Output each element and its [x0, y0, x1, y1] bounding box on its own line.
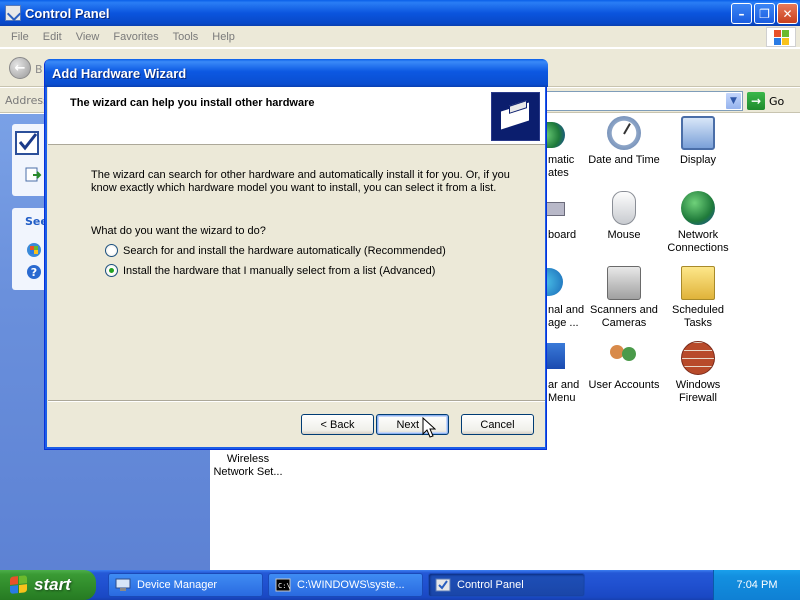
menu-help[interactable]: Help	[205, 31, 242, 43]
scanner-camera-icon	[607, 266, 641, 300]
clock[interactable]: 7:04 PM	[737, 579, 778, 591]
device-manager-icon	[115, 578, 131, 591]
cancel-button[interactable]: Cancel	[461, 414, 534, 435]
clock-icon	[607, 116, 641, 150]
keyboard-icon[interactable]	[545, 202, 565, 216]
control-panel-icon	[435, 578, 451, 592]
menu-file[interactable]: File	[4, 31, 36, 43]
item-label: Scanners and Cameras	[590, 304, 658, 329]
windows-logo-icon	[766, 27, 796, 47]
control-panel-icon	[5, 5, 21, 21]
item-label: Scheduled Tasks	[672, 304, 724, 329]
svg-text:C:\: C:\	[278, 582, 291, 590]
address-input[interactable]	[540, 91, 743, 111]
go-label: Go	[769, 94, 785, 108]
automatic-updates-label[interactable]: matic ates	[548, 154, 574, 180]
keyboard-label[interactable]: board	[548, 229, 576, 242]
task-label: Device Manager	[137, 579, 218, 591]
menu-tools[interactable]: Tools	[166, 31, 206, 43]
item-scanners-and-cameras[interactable]: Scanners and Cameras	[585, 266, 663, 330]
help-icon[interactable]: ?	[26, 264, 42, 280]
address-dropdown-icon[interactable]: ▼	[725, 92, 742, 110]
item-date-and-time[interactable]: Date and Time	[585, 116, 663, 167]
mouse-icon	[612, 191, 636, 225]
close-button[interactable]: ✕	[777, 3, 798, 24]
radio-button-selected[interactable]	[105, 264, 118, 277]
windows-flag-icon	[10, 575, 28, 595]
regional-language-label[interactable]: nal and age ...	[548, 304, 584, 330]
menu-view[interactable]: View	[69, 31, 107, 43]
minimize-button[interactable]: –	[731, 3, 752, 24]
start-button[interactable]: start	[0, 570, 96, 600]
option-label: Install the hardware that I manually sel…	[123, 264, 436, 277]
taskbar-start-menu-icon[interactable]	[545, 343, 565, 369]
menu-bar: File Edit View Favorites Tools Help	[0, 26, 800, 48]
svg-text:?: ?	[31, 266, 37, 279]
go-arrow-icon: →	[747, 92, 765, 110]
item-display[interactable]: Display	[659, 116, 737, 167]
task-command-prompt[interactable]: C:\ C:\WINDOWS\syste...	[268, 573, 423, 597]
item-label: Mouse	[607, 229, 641, 241]
dialog-title: Add Hardware Wizard	[52, 65, 187, 81]
address-label: Address	[5, 94, 49, 107]
command-prompt-icon: C:\	[275, 578, 291, 592]
menu-edit[interactable]: Edit	[36, 31, 69, 43]
taskbar-start-menu-label[interactable]: ar and Menu	[548, 379, 579, 405]
system-tray: 7:04 PM	[713, 570, 800, 600]
option-label: Search for and install the hardware auto…	[123, 244, 446, 257]
back-arrow-icon[interactable]: ←	[9, 57, 31, 79]
item-label: User Accounts	[588, 379, 660, 391]
dialog-titlebar[interactable]: Add Hardware Wizard	[45, 59, 548, 87]
network-globe-icon	[681, 191, 715, 225]
window-titlebar[interactable]: Control Panel – ❐ ✕	[0, 0, 800, 26]
go-button[interactable]: → Go	[747, 92, 797, 110]
firewall-icon	[681, 341, 715, 375]
item-label: Wireless Network Set...	[213, 453, 283, 478]
item-network-connections[interactable]: Network Connections	[659, 191, 737, 255]
task-control-panel[interactable]: Control Panel	[428, 573, 585, 597]
dialog-description: The wizard can search for other hardware…	[91, 169, 510, 194]
task-label: Control Panel	[457, 579, 524, 591]
option-manual-select[interactable]: Install the hardware that I manually sel…	[105, 264, 435, 277]
back-button[interactable]: < Back	[301, 414, 374, 435]
option-search-automatically[interactable]: Search for and install the hardware auto…	[105, 244, 446, 257]
users-icon	[607, 341, 641, 375]
add-hardware-wizard-dialog: Add Hardware Wizard The wizard can help …	[44, 59, 548, 450]
back-label[interactable]: B	[35, 63, 43, 76]
control-panel-checkmark-icon	[15, 131, 39, 155]
item-scheduled-tasks[interactable]: Scheduled Tasks	[659, 266, 737, 330]
item-label: Network Connections	[667, 229, 729, 254]
dialog-separator	[48, 400, 545, 402]
item-windows-firewall[interactable]: Windows Firewall	[659, 341, 737, 405]
switch-view-icon[interactable]	[24, 166, 42, 184]
task-device-manager[interactable]: Device Manager	[108, 573, 263, 597]
item-user-accounts[interactable]: User Accounts	[585, 341, 663, 392]
windows-update-icon[interactable]	[26, 242, 42, 258]
task-label: C:\WINDOWS\syste...	[297, 579, 405, 591]
item-label: Display	[679, 154, 717, 166]
folder-clock-icon	[681, 266, 715, 300]
radio-button[interactable]	[105, 244, 118, 257]
item-label: Date and Time	[588, 154, 660, 166]
monitor-icon	[681, 116, 715, 150]
dialog-question: What do you want the wizard to do?	[91, 225, 266, 237]
window-title: Control Panel	[25, 5, 110, 21]
hardware-wizard-icon	[491, 92, 540, 141]
start-label: start	[34, 575, 71, 594]
item-mouse[interactable]: Mouse	[585, 191, 663, 242]
item-label: Windows Firewall	[675, 379, 721, 404]
dialog-heading: The wizard can help you install other ha…	[70, 97, 315, 109]
maximize-button[interactable]: ❐	[754, 3, 775, 24]
next-button[interactable]: Next >	[376, 414, 449, 435]
mouse-cursor-icon	[422, 417, 436, 438]
dialog-header: The wizard can help you install other ha…	[48, 87, 545, 145]
dialog-body: The wizard can help you install other ha…	[48, 87, 545, 447]
menu-favorites[interactable]: Favorites	[106, 31, 165, 43]
